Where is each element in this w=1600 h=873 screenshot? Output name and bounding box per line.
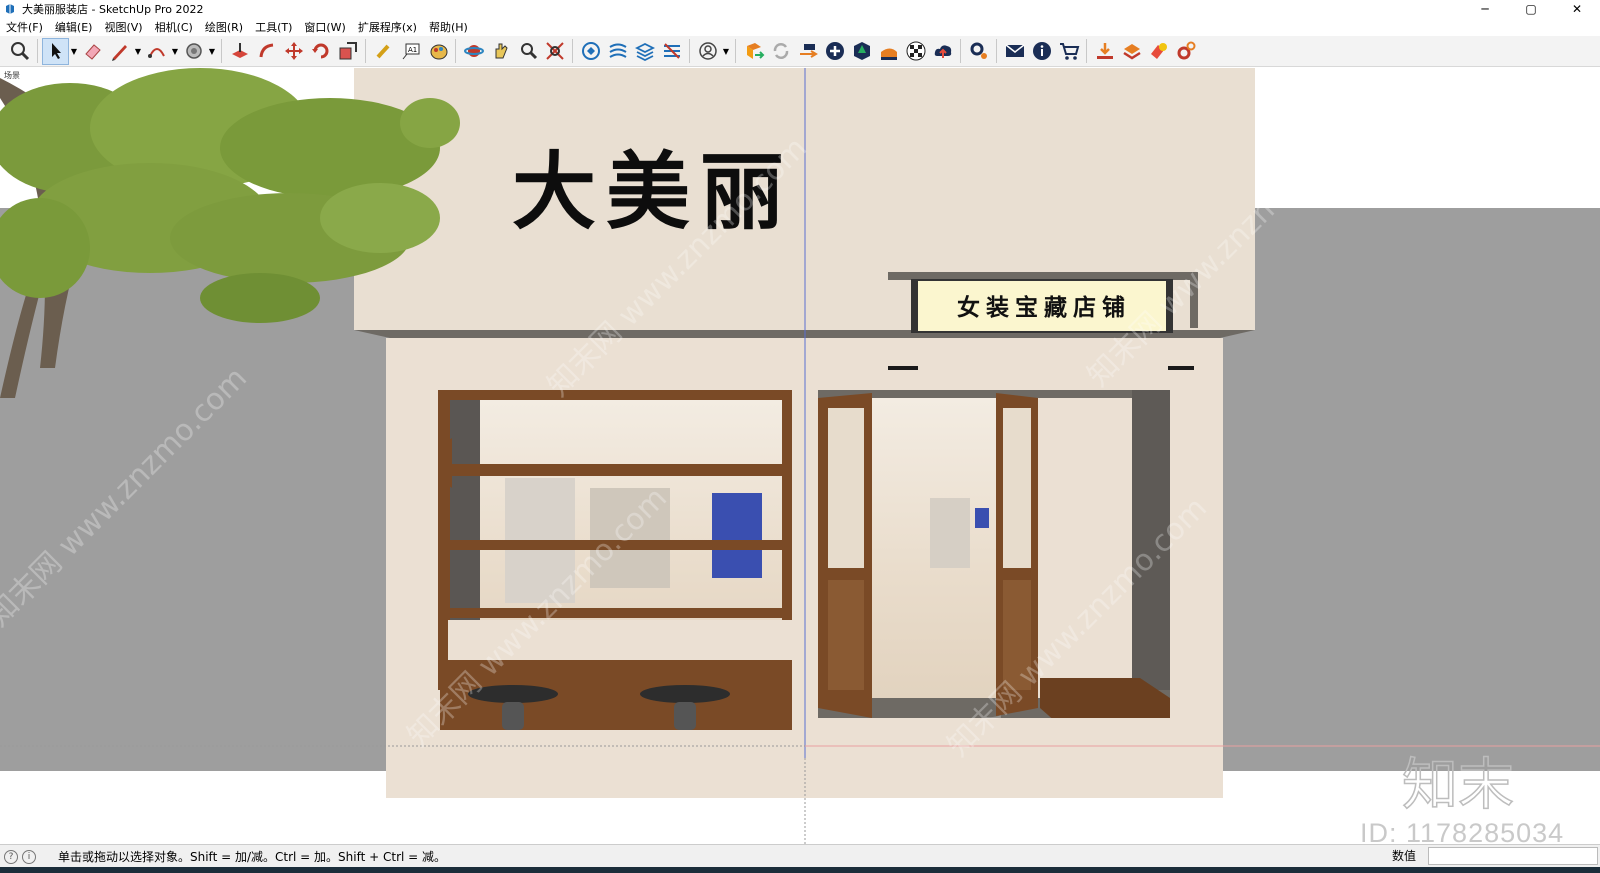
cart-icon[interactable]	[1055, 38, 1082, 65]
components-icon[interactable]	[577, 38, 604, 65]
push-pull-icon[interactable]	[226, 38, 253, 65]
menu-help[interactable]: 帮助(H)	[423, 19, 474, 35]
credits-icon[interactable]: i	[22, 849, 36, 864]
brand-watermark-logo: 知末	[1401, 752, 1515, 819]
zoom-window-icon[interactable]	[514, 38, 541, 65]
clothing-rack	[930, 498, 970, 568]
geo-location-icon[interactable]: ?	[4, 849, 18, 864]
toolbar-separator	[365, 39, 366, 63]
title-bar: 大美丽服装店 - SketchUp Pro 2022 ─ ▢ ✕	[0, 0, 1600, 18]
status-bar: ? i 单击或拖动以选择对象。Shift = 加/减。Ctrl = 加。Shif…	[0, 844, 1600, 868]
checker-icon[interactable]	[902, 38, 929, 65]
scene-tab[interactable]: 场景	[4, 70, 20, 81]
menu-tools[interactable]: 工具(T)	[249, 19, 298, 35]
hanging-sign-text: 女装宝藏店铺	[957, 294, 1131, 321]
sketchup-logo-icon	[6, 4, 14, 14]
trimble-connect-icon[interactable]	[794, 38, 821, 65]
zoom-icon[interactable]	[6, 38, 33, 65]
model-viewport[interactable]: 大美丽 女装宝藏店铺 知末网 www.znzmo.com 知末网 www.znz…	[0, 68, 1600, 844]
menu-view[interactable]: 视图(V)	[98, 19, 148, 35]
taskbar-edge	[0, 867, 1600, 873]
scale-icon[interactable]	[334, 38, 361, 65]
menu-camera[interactable]: 相机(C)	[149, 19, 199, 35]
toolbar-separator	[735, 39, 736, 63]
follow-me-icon[interactable]	[253, 38, 280, 65]
window-title: 大美丽服装店 - SketchUp Pro 2022	[22, 3, 204, 16]
door-glass	[1003, 408, 1031, 568]
sign-bracket	[888, 272, 1198, 280]
sky	[1255, 68, 1600, 112]
toolbar-separator	[689, 39, 690, 63]
photo-textures-icon[interactable]	[875, 38, 902, 65]
display-poster	[712, 493, 762, 578]
menu-window[interactable]: 窗口(W)	[298, 19, 351, 35]
stool-seat	[640, 685, 730, 703]
window-mullion	[450, 464, 782, 476]
eraser-icon[interactable]	[79, 38, 106, 65]
menu-edit[interactable]: 编辑(E)	[49, 19, 99, 35]
upload-icon[interactable]	[929, 38, 956, 65]
door-panel	[828, 580, 864, 690]
menu-extensions[interactable]: 扩展程序(x)	[352, 19, 423, 35]
storefront-model: 大美丽 女装宝藏店铺 知末网 www.znzmo.com 知末网 www.znz…	[0, 68, 1600, 844]
tape-measure-icon[interactable]	[370, 38, 397, 65]
toolbar-separator	[455, 39, 456, 63]
share-icon[interactable]	[1118, 38, 1145, 65]
menu-bar: 文件(F) 编辑(E) 视图(V) 相机(C) 绘图(R) 工具(T) 窗口(W…	[0, 18, 1600, 36]
orbit-icon[interactable]	[460, 38, 487, 65]
toolbar-separator	[1086, 39, 1087, 63]
account-dropdown-icon[interactable]: ▼	[721, 38, 731, 65]
paint-dropdown-icon[interactable]: ▼	[207, 38, 217, 65]
measurements-label: 数值	[1392, 849, 1417, 863]
close-button[interactable]: ✕	[1554, 0, 1600, 18]
move-icon[interactable]	[280, 38, 307, 65]
arc-dropdown-icon[interactable]: ▼	[170, 38, 180, 65]
mail-icon[interactable]	[1001, 38, 1028, 65]
menu-file[interactable]: 文件(F)	[0, 19, 49, 35]
menu-draw[interactable]: 绘图(R)	[199, 19, 249, 35]
plugin-icon[interactable]	[1145, 38, 1172, 65]
maximize-button[interactable]: ▢	[1508, 0, 1554, 18]
measurements-input[interactable]	[1428, 847, 1598, 865]
stool-base	[502, 702, 524, 730]
toolbar-separator	[572, 39, 573, 63]
settings-icon[interactable]	[965, 38, 992, 65]
display-item	[975, 508, 989, 528]
minimize-button[interactable]: ─	[1462, 0, 1508, 18]
toolbar-separator	[221, 39, 222, 63]
svg-text:A1: A1	[408, 46, 417, 54]
pencil-dropdown-icon[interactable]: ▼	[133, 38, 143, 65]
stool-base	[674, 702, 696, 730]
main-toolbar: ▼ ▼ ▼ ▼ A1 ▼	[0, 36, 1600, 67]
pencil-icon[interactable]	[106, 38, 133, 65]
paint-icon[interactable]	[424, 38, 451, 65]
refresh-icon[interactable]	[767, 38, 794, 65]
window-mullion	[450, 608, 782, 618]
materials-icon[interactable]	[604, 38, 631, 65]
styles-icon[interactable]	[631, 38, 658, 65]
zoom-extents-icon[interactable]	[541, 38, 568, 65]
extension-warehouse-icon[interactable]	[740, 38, 767, 65]
layers-icon[interactable]	[658, 38, 685, 65]
info-icon[interactable]	[1028, 38, 1055, 65]
add-location-icon[interactable]	[821, 38, 848, 65]
rotate-icon[interactable]	[307, 38, 334, 65]
status-hint: 单击或拖动以选择对象。Shift = 加/减。Ctrl = 加。Shift + …	[58, 850, 447, 864]
paint-bucket-icon[interactable]	[180, 38, 207, 65]
toolbar-separator	[960, 39, 961, 63]
pan-icon[interactable]	[487, 38, 514, 65]
select-dropdown-icon[interactable]: ▼	[69, 38, 79, 65]
download-icon[interactable]	[1091, 38, 1118, 65]
3d-warehouse-icon[interactable]	[848, 38, 875, 65]
arc-icon[interactable]	[143, 38, 170, 65]
account-icon[interactable]	[694, 38, 721, 65]
door-glass	[828, 408, 864, 568]
toolbar-separator	[37, 39, 38, 63]
toolbar-separator	[996, 39, 997, 63]
text-icon[interactable]: A1	[397, 38, 424, 65]
gear-icon[interactable]	[1172, 38, 1199, 65]
select-icon[interactable]	[42, 37, 69, 65]
